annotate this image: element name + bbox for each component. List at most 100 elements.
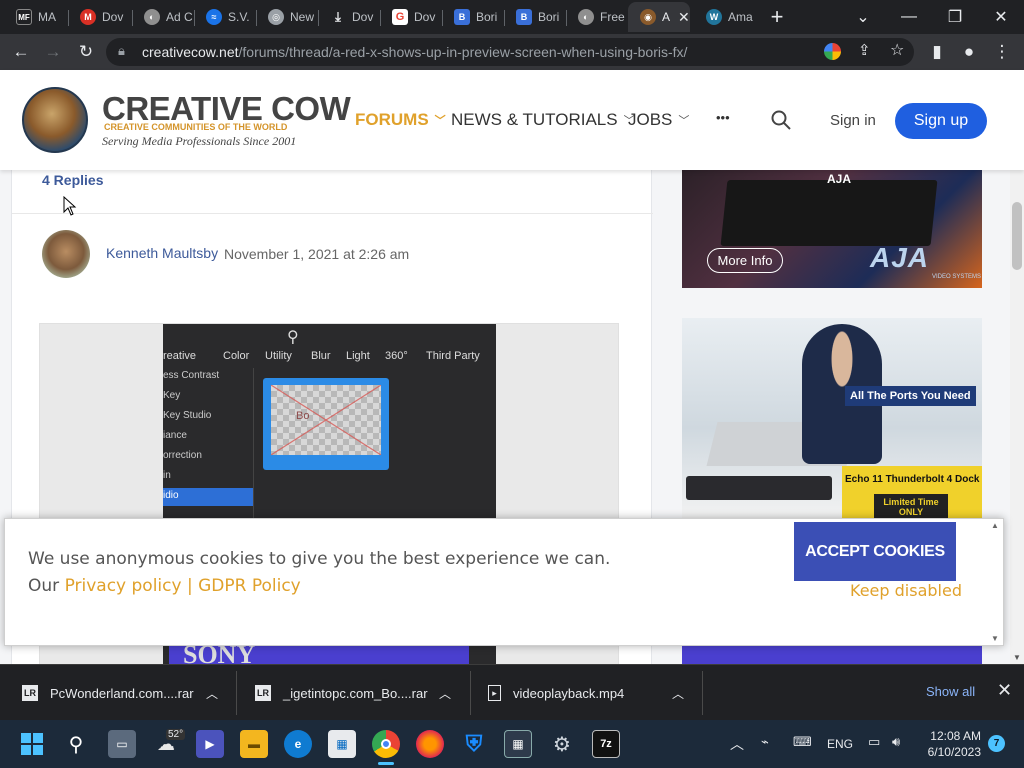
screenshot-tab: 360° [385, 350, 408, 362]
scroll-down-icon[interactable]: ▼ [991, 634, 999, 643]
show-all-button[interactable]: Show all [926, 684, 975, 699]
new-tab-icon[interactable]: + [754, 0, 800, 34]
network-icon[interactable]: ⌁ [761, 734, 769, 750]
video-editor-icon[interactable]: ▦ [504, 730, 532, 758]
close-tab-icon[interactable]: ✕ [678, 9, 690, 26]
teams-chat-icon[interactable]: ▶ [196, 730, 224, 758]
windows-start-icon[interactable] [18, 730, 46, 758]
file-explorer-icon[interactable]: ▬ [240, 730, 268, 758]
browser-tab[interactable]: ◐ Free [566, 2, 628, 32]
avatar[interactable] [42, 230, 90, 278]
nav-jobs[interactable]: JOBS ﹀ [628, 110, 689, 130]
7zip-icon[interactable]: 7z [592, 730, 620, 758]
browser-tab[interactable]: B Bori [504, 2, 566, 32]
sidebar-ad-bottom[interactable] [682, 646, 982, 664]
boris-icon: B [516, 9, 532, 25]
reload-icon[interactable]: ↻ [74, 40, 98, 64]
scrollbar-thumb[interactable] [1012, 202, 1022, 270]
sign-up-button[interactable]: Sign up [895, 103, 987, 139]
side-panel-icon[interactable]: ▮ [925, 40, 949, 64]
more-info-button[interactable]: More Info [707, 248, 783, 273]
sony-ad[interactable]: SONY [169, 646, 469, 664]
back-arrow-icon[interactable]: ← [9, 40, 33, 64]
browser-tab[interactable]: ≈ S.V. [194, 2, 256, 32]
chevron-up-icon[interactable]: ︿ [439, 685, 451, 702]
language-indicator[interactable]: ENG [827, 737, 853, 751]
tab-label: Ad C [166, 10, 193, 24]
accept-cookies-button[interactable]: ACCEPT COOKIES [794, 522, 956, 581]
tab-label: Free [600, 10, 625, 24]
aja-ad[interactable]: AJA More Info AJA VIDEO SYSTEMS [682, 170, 982, 288]
browser-tab[interactable]: ⤓ Dov [318, 2, 380, 32]
tab-search-chevron-icon[interactable]: ⌄ [840, 0, 886, 34]
browser-tab[interactable]: ◐ Ad C [132, 2, 194, 32]
browser-tab[interactable]: M Dov [68, 2, 130, 32]
scroll-down-icon[interactable]: ▼ [1013, 653, 1021, 662]
display-icon[interactable]: ▭ [868, 734, 880, 750]
close-downloads-icon[interactable]: ✕ [997, 680, 1012, 701]
search-icon[interactable] [771, 110, 791, 130]
link-separator: | [186, 576, 193, 596]
close-window-icon[interactable]: ✕ [978, 0, 1024, 34]
profile-icon[interactable]: ● [957, 40, 981, 64]
forward-arrow-icon[interactable]: → [41, 40, 65, 64]
keyboard-icon[interactable]: ⌨ [793, 734, 812, 750]
menu-kebab-icon[interactable]: ⋮ [990, 40, 1014, 64]
nav-label: JOBS [628, 110, 673, 129]
gdpr-policy-link[interactable]: GDPR Policy [198, 576, 301, 596]
browser-tab-active[interactable]: ◉ A ✕ [628, 2, 690, 32]
tray-overflow-chevron-icon[interactable]: ︿ [730, 734, 744, 754]
author-name[interactable]: Kenneth Maultsby [106, 245, 218, 261]
keep-disabled-link[interactable]: Keep disabled [850, 581, 962, 600]
minimize-icon[interactable]: — [886, 0, 932, 34]
aja-device-label: AJA [827, 172, 852, 186]
creative-cow-logo[interactable] [22, 87, 88, 153]
cookie-scrollbar[interactable]: ▲ ▼ [991, 521, 1001, 643]
preview-label: Bo [296, 410, 310, 422]
settings-gear-icon[interactable]: ⚙ [548, 730, 576, 758]
browser-tab[interactable]: MF MA [4, 2, 64, 32]
replies-count[interactable]: 4 Replies [42, 172, 103, 188]
sign-in-link[interactable]: Sign in [830, 112, 876, 129]
mouse-cursor-icon [63, 196, 77, 216]
globe-icon: ◐ [578, 9, 594, 25]
restore-icon[interactable]: ❐ [932, 0, 978, 34]
browser-tab[interactable]: G Dov [380, 2, 442, 32]
clock-date[interactable]: 6/10/2023 [926, 745, 981, 759]
edge-icon[interactable]: e [284, 730, 312, 758]
owc-limited-badge: Limited Time ONLY [874, 494, 948, 518]
download-item[interactable]: LR PcWonderland.com....rar ︿ [22, 665, 232, 721]
clock-time[interactable]: 12:08 AM [930, 729, 981, 743]
privacy-policy-link[interactable]: Privacy policy [65, 576, 182, 596]
search-icon[interactable]: ⚲ [62, 730, 90, 758]
chevron-up-icon[interactable]: ︿ [672, 685, 684, 702]
chevron-up-icon[interactable]: ︿ [206, 685, 218, 702]
globe-icon: ◐ [144, 9, 160, 25]
windows-taskbar: ⚲ ▭ ☁ 52° ▶ ▬ e ▦ ⛨ ▦ ⚙ 7z ︿ ⌁ ⌨ ENG ▭ 🔊… [0, 720, 1024, 768]
task-view-icon[interactable]: ▭ [108, 730, 136, 758]
volume-icon[interactable]: 🔊︎ [892, 734, 900, 750]
share-icon[interactable]: ⇪ [858, 41, 871, 59]
download-item[interactable]: ▸ videoplayback.mp4 ︿ [488, 665, 698, 721]
browser-tab[interactable]: ◎ New [256, 2, 318, 32]
screenshot-tab: Third Party [426, 350, 480, 362]
chrome-icon[interactable] [372, 730, 400, 758]
defender-shield-icon[interactable]: ⛨ [460, 730, 488, 758]
owc-ad[interactable]: All The Ports You Need Echo 11 Thunderbo… [682, 318, 982, 518]
browser-tab[interactable]: W Ama [694, 2, 756, 32]
nav-news-tutorials[interactable]: NEWS & TUTORIALS ﹀ [451, 110, 635, 130]
address-bar[interactable]: 🔒︎ creativecow.net/forums/thread/a-red-x… [106, 38, 914, 66]
bookmark-star-icon[interactable]: ☆ [890, 40, 904, 60]
nav-more-icon[interactable]: ••• [716, 110, 730, 125]
store-icon[interactable]: ▦ [328, 730, 356, 758]
chevron-down-icon: ﹀ [678, 115, 690, 127]
download-filename: videoplayback.mp4 [513, 685, 625, 701]
tab-label: MA [38, 10, 56, 24]
notification-badge[interactable]: 7 [988, 735, 1005, 752]
nav-forums[interactable]: FORUMS ﹀ [355, 110, 446, 130]
firefox-icon[interactable] [416, 730, 444, 758]
download-item[interactable]: LR _igetintopc.com_Bo....rar ︿ [255, 665, 465, 721]
browser-tab[interactable]: B Bori [442, 2, 504, 32]
google-lens-icon[interactable] [824, 43, 841, 60]
scroll-up-icon[interactable]: ▲ [991, 521, 999, 530]
